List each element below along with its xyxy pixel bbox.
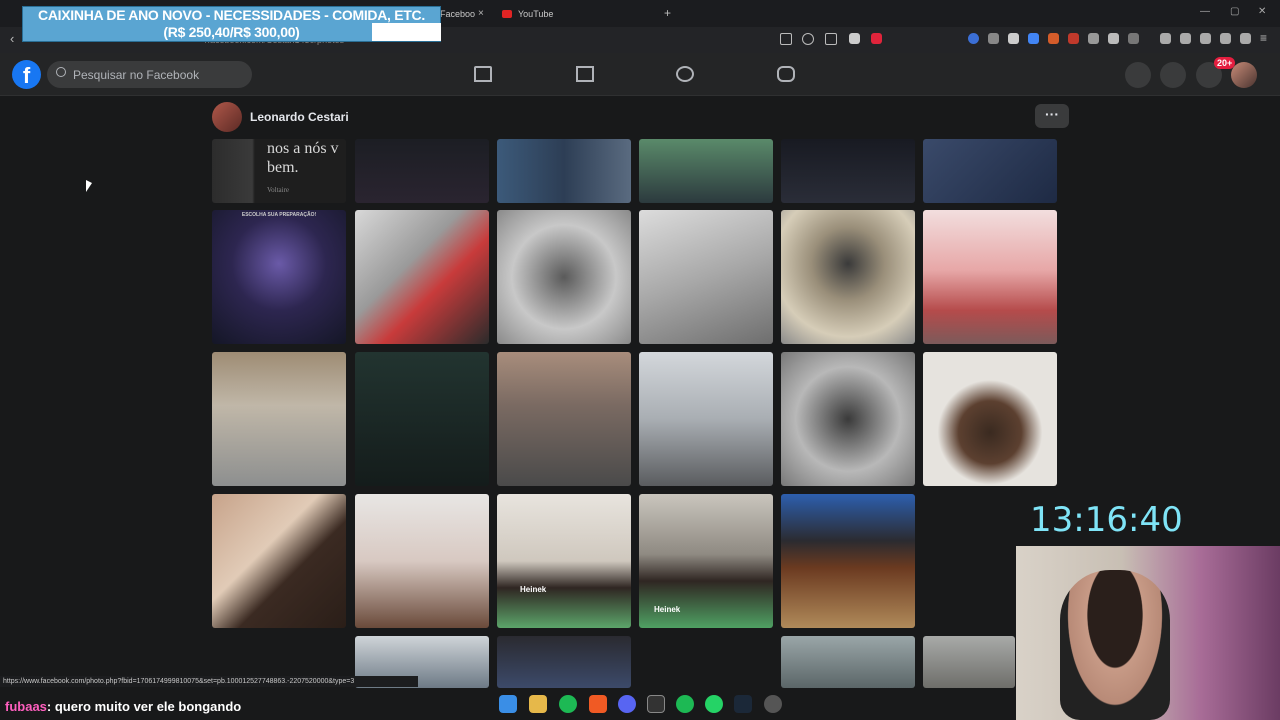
google-icon[interactable] <box>1028 33 1039 44</box>
brave-browser-icon[interactable] <box>589 695 607 713</box>
marketplace-icon[interactable] <box>576 66 594 82</box>
photo-thumbnail[interactable] <box>355 139 489 203</box>
photo-thumbnail[interactable] <box>781 352 915 486</box>
new-tab-button[interactable]: + <box>664 6 671 20</box>
extension-icon[interactable] <box>1068 33 1079 44</box>
quote-author: Voltaire <box>267 186 290 194</box>
photo-thumbnail[interactable] <box>497 139 631 203</box>
streamer-figure <box>1060 570 1170 720</box>
music-icon[interactable] <box>1160 33 1171 44</box>
photo-thumbnail[interactable] <box>639 139 773 203</box>
minimize-icon[interactable]: — <box>1200 6 1210 17</box>
photo-thumbnail[interactable] <box>355 210 489 344</box>
photo-thumbnail[interactable] <box>355 494 489 628</box>
photo-thumbnail[interactable] <box>639 352 773 486</box>
photo-thumbnail[interactable] <box>212 494 346 628</box>
extension-icon[interactable] <box>988 33 999 44</box>
groups-icon[interactable] <box>676 66 694 82</box>
whatsapp-icon[interactable] <box>705 695 723 713</box>
more-options-button[interactable]: ··· <box>1035 104 1069 128</box>
photo-thumbnail[interactable] <box>212 210 346 344</box>
wallet-icon[interactable] <box>1200 33 1211 44</box>
photo-thumbnail[interactable] <box>923 210 1057 344</box>
mouse-cursor-icon <box>86 180 92 192</box>
close-tab-icon[interactable]: × <box>478 8 484 19</box>
extension-icon[interactable] <box>1048 33 1059 44</box>
messenger-icon[interactable] <box>1160 62 1186 88</box>
search-icon <box>56 67 66 77</box>
photo-thumbnail[interactable] <box>781 210 915 344</box>
photo-thumbnail[interactable] <box>923 139 1057 203</box>
extension-icon[interactable] <box>1088 33 1099 44</box>
file-explorer-icon[interactable] <box>529 695 547 713</box>
photo-thumbnail[interactable] <box>497 210 631 344</box>
facebook-logo-icon[interactable]: f <box>12 60 41 89</box>
stream-timer: 13:16:40 <box>1030 500 1183 540</box>
photo-thumbnail[interactable] <box>923 352 1057 486</box>
maximize-icon[interactable]: ▢ <box>1230 6 1239 17</box>
extension-icon[interactable] <box>1008 33 1019 44</box>
terminal-icon[interactable] <box>647 695 665 713</box>
vpn-icon[interactable] <box>1240 33 1251 44</box>
photo-caption-text: ESCOLHA SUA PREPARAÇÃO! <box>241 212 317 218</box>
tab-label: YouTube <box>518 9 554 19</box>
search-placeholder: Pesquisar no Facebook <box>73 68 200 82</box>
photo-thumbnail[interactable] <box>497 494 631 628</box>
extension-icon[interactable] <box>968 33 979 44</box>
leo-icon[interactable] <box>1220 33 1231 44</box>
settings-icon[interactable] <box>764 695 782 713</box>
avatar[interactable] <box>212 102 242 132</box>
close-window-icon[interactable]: ✕ <box>1258 6 1266 17</box>
tab-facebook[interactable]: Faceboo <box>440 4 475 24</box>
photo-thumbnail[interactable] <box>355 352 489 486</box>
profile-name[interactable]: Leonardo Cestari <box>250 110 349 124</box>
status-bar-url: https://www.facebook.com/photo.php?fbid=… <box>0 676 418 687</box>
photo-thumbnail[interactable] <box>781 494 915 628</box>
photo-thumbnail[interactable] <box>497 352 631 486</box>
discord-icon[interactable] <box>618 695 636 713</box>
youtube-icon <box>502 10 512 18</box>
photo-thumbnail[interactable] <box>212 352 346 486</box>
puzzle-icon[interactable] <box>1108 33 1119 44</box>
tab-youtube[interactable]: YouTube <box>502 4 553 24</box>
chat-message: fubaas: quero muito ver ele bongando <box>5 699 241 714</box>
zoom-icon[interactable] <box>802 33 814 45</box>
donation-progress-remainder <box>372 23 441 41</box>
donation-title: CAIXINHA DE ANO NOVO - NECESSIDADES - CO… <box>38 7 425 23</box>
chat-text: : quero muito ver ele bongando <box>46 699 242 714</box>
beer-box-label: Heinek <box>654 605 681 614</box>
photo-thumbnail[interactable] <box>497 636 631 688</box>
sidebar-icon[interactable] <box>1180 33 1191 44</box>
spotify-icon[interactable] <box>676 695 694 713</box>
quote-text: nos a nós v bem. <box>267 140 339 176</box>
spotify-icon[interactable] <box>559 695 577 713</box>
back-icon[interactable]: ‹ <box>10 31 14 46</box>
brave-shield-icon[interactable] <box>849 33 860 44</box>
beer-box-label: Heinek <box>520 585 547 594</box>
share-icon[interactable] <box>825 33 837 45</box>
photo-thumbnail[interactable] <box>781 139 915 203</box>
windows-start-icon[interactable] <box>499 695 517 713</box>
steam-icon[interactable] <box>734 695 752 713</box>
browser-menu-icon[interactable]: ≡ <box>1260 31 1267 45</box>
account-avatar[interactable] <box>1231 62 1257 88</box>
photo-thumbnail[interactable] <box>781 636 915 688</box>
gaming-icon[interactable] <box>777 66 795 82</box>
tab-label: Faceboo <box>440 9 476 19</box>
menu-grid-icon[interactable] <box>1125 62 1151 88</box>
home-icon[interactable] <box>474 66 492 82</box>
photo-thumbnail[interactable] <box>923 636 1015 688</box>
extension-icon[interactable] <box>1128 33 1139 44</box>
chat-username: fubaas <box>5 699 47 714</box>
screen-cast-icon[interactable] <box>780 33 792 45</box>
brave-rewards-icon[interactable] <box>871 33 882 44</box>
photo-thumbnail[interactable] <box>639 210 773 344</box>
